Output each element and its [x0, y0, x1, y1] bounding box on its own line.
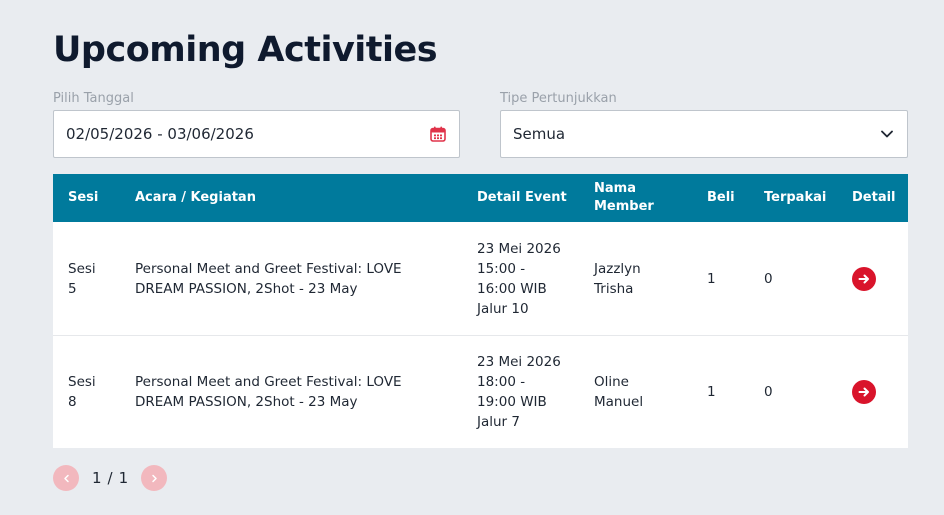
cell-detail-event: 23 Mei 2026 15:00 - 16:00 WIB Jalur 10: [477, 240, 561, 317]
chevron-down-icon: [879, 126, 895, 142]
arrow-right-icon: [858, 274, 869, 283]
header-terpakai: Terpakai: [764, 190, 827, 205]
type-filter-label: Tipe Pertunjukkan: [500, 91, 617, 106]
prev-page-button[interactable]: [53, 465, 79, 491]
date-filter-label: Pilih Tanggal: [53, 91, 134, 106]
calendar-icon[interactable]: [429, 125, 447, 143]
cell-nama-member: Jazzlyn Trisha: [594, 260, 641, 297]
cell-detail: [852, 336, 902, 448]
table-header: Sesi Acara / Kegiatan Detail Event Nama …: [53, 174, 908, 222]
cell-sesi: Sesi 5: [68, 260, 96, 297]
activities-table: Sesi Acara / Kegiatan Detail Event Nama …: [53, 174, 908, 448]
page-title: Upcoming Activities: [53, 30, 438, 70]
table-row: Sesi 5 Personal Meet and Greet Festival:…: [53, 222, 908, 335]
chevron-left-icon: [63, 474, 69, 482]
pagination: 1 / 1: [53, 464, 168, 492]
cell-detail: [852, 222, 902, 335]
arrow-right-icon: [858, 387, 869, 397]
cell-terpakai: 0: [764, 384, 773, 400]
page-separator: /: [107, 469, 113, 487]
cell-beli: 1: [707, 270, 716, 287]
next-page-button[interactable]: [141, 465, 168, 491]
page: Upcoming Activities Pilih Tanggal 02/05/…: [0, 0, 944, 515]
detail-button[interactable]: [852, 380, 876, 404]
current-page: 1: [92, 469, 102, 487]
cell-beli: 1: [707, 384, 716, 400]
date-range-value: 02/05/2026 - 03/06/2026: [66, 125, 254, 143]
detail-button[interactable]: [852, 266, 876, 291]
header-nama-member: Nama Member: [594, 181, 654, 214]
cell-nama-member: Oline Manuel: [594, 374, 644, 410]
table-row: Sesi 8 Personal Meet and Greet Festival:…: [53, 335, 908, 448]
cell-sesi: Sesi 8: [68, 374, 96, 410]
date-range-input[interactable]: 02/05/2026 - 03/06/2026: [53, 110, 460, 158]
header-detail-event: Detail Event: [477, 190, 567, 205]
header-detail: Detail: [852, 190, 896, 205]
page-indicator: 1 / 1: [92, 469, 128, 487]
cell-acara: Personal Meet and Greet Festival: LOVE D…: [135, 260, 402, 297]
total-pages: 1: [118, 469, 129, 487]
cell-detail-event: 23 Mei 2026 18:00 - 19:00 WIB Jalur 7: [477, 354, 561, 430]
type-select-value: Semua: [513, 125, 566, 143]
cell-terpakai: 0: [764, 270, 773, 287]
cell-acara: Personal Meet and Greet Festival: LOVE D…: [135, 374, 402, 410]
header-acara: Acara / Kegiatan: [135, 190, 256, 205]
type-select[interactable]: Semua: [500, 110, 908, 158]
header-sesi: Sesi: [68, 190, 99, 205]
header-beli: Beli: [707, 190, 735, 205]
chevron-right-icon: [151, 474, 157, 482]
